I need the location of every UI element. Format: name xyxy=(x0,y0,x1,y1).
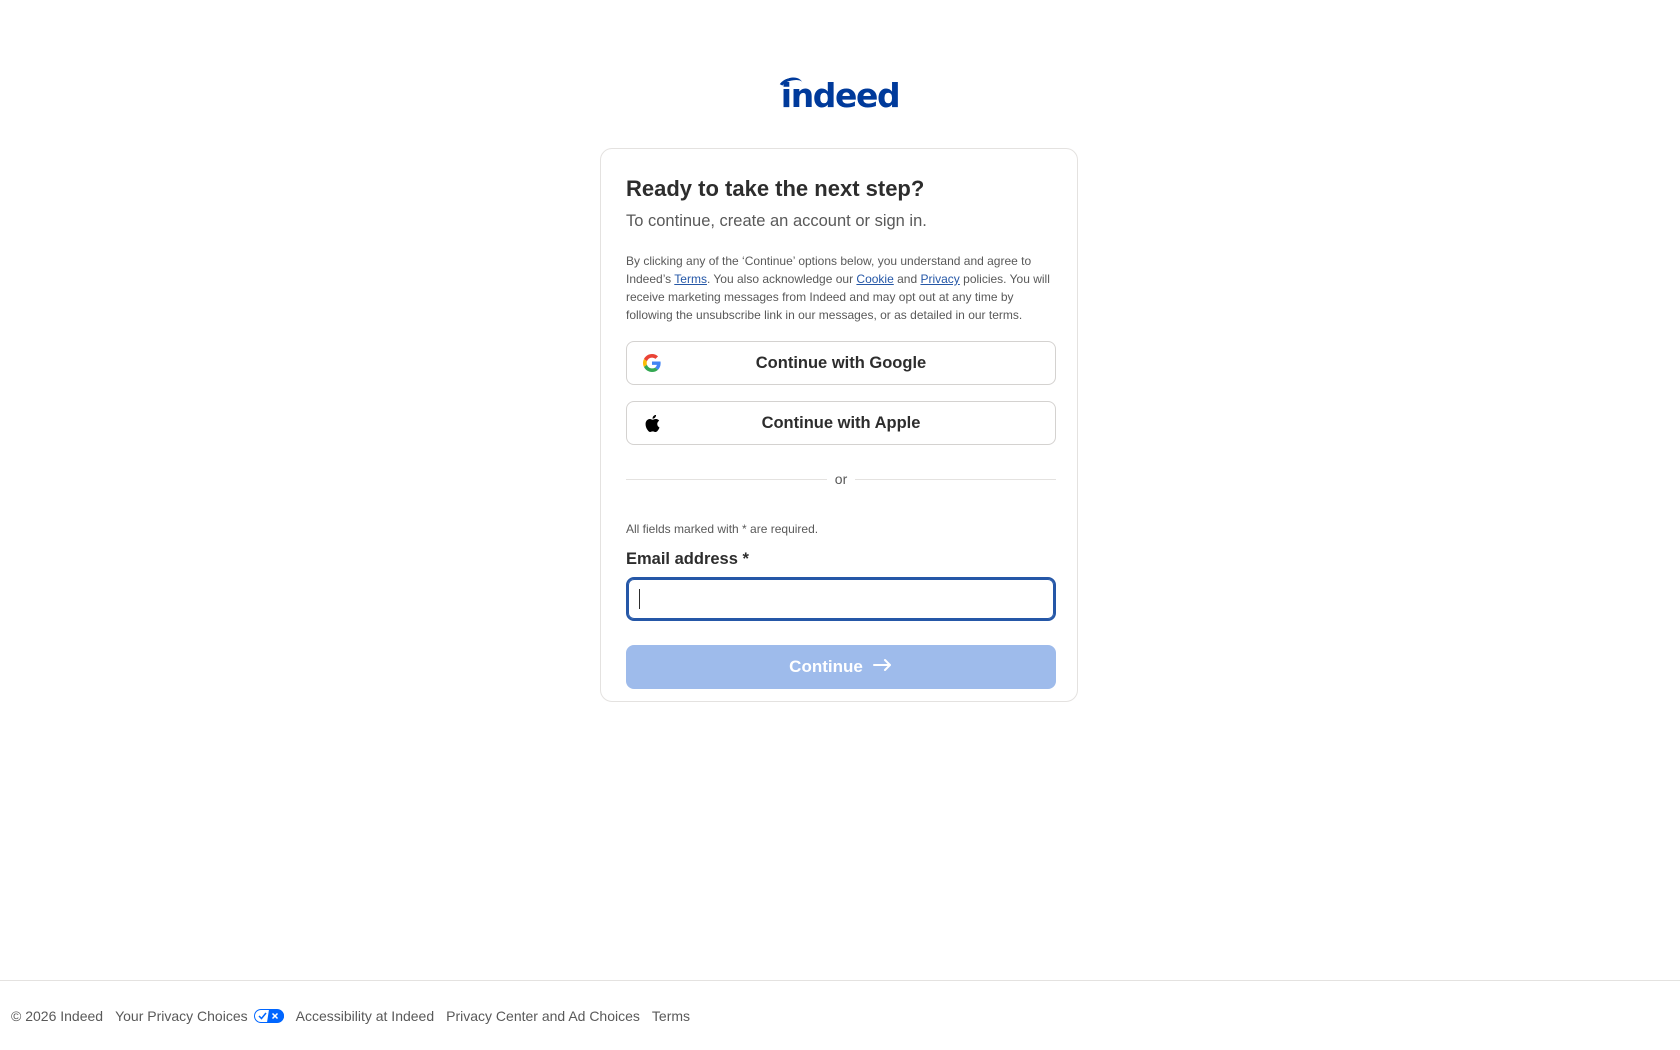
continue-with-apple-button[interactable]: Continue with Apple xyxy=(626,401,1056,445)
footer: © 2026 Indeed Your Privacy Choices Acces… xyxy=(0,980,1680,1050)
footer-terms-link[interactable]: Terms xyxy=(652,1008,690,1024)
privacy-link[interactable]: Privacy xyxy=(920,272,959,286)
footer-privacy-center-link[interactable]: Privacy Center and Ad Choices xyxy=(446,1008,640,1024)
divider-line-right xyxy=(855,478,1057,480)
email-input[interactable] xyxy=(626,577,1056,621)
footer-privacy-choices-link[interactable]: Your Privacy Choices xyxy=(115,1008,284,1024)
privacy-choices-icon xyxy=(253,1009,284,1023)
footer-accessibility-link[interactable]: Accessibility at Indeed xyxy=(296,1008,435,1024)
sign-in-page: indeed Ready to take the next step? To c… xyxy=(0,0,1680,1050)
indeed-logo[interactable]: indeed xyxy=(775,74,901,116)
email-input-wrapper xyxy=(626,577,1056,621)
apple-button-label: Continue with Apple xyxy=(761,413,921,432)
required-fields-note: All fields marked with * are required. xyxy=(626,522,819,536)
logo-container: indeed xyxy=(0,74,1680,116)
legal-text-3: and xyxy=(893,272,921,286)
text-cursor xyxy=(639,589,640,609)
legal-notice: By clicking any of the ‘Continue’ option… xyxy=(626,252,1056,324)
cookie-link[interactable]: Cookie xyxy=(856,272,893,286)
apple-icon xyxy=(642,413,662,433)
privacy-choices-label: Your Privacy Choices xyxy=(115,1008,248,1024)
or-divider: or xyxy=(626,469,1057,489)
card-subtitle: To continue, create an account or sign i… xyxy=(626,212,927,230)
divider-line-left xyxy=(626,478,827,480)
arrow-right-icon xyxy=(872,657,893,677)
footer-copyright: © 2026 Indeed xyxy=(11,1008,104,1024)
email-label: Email address * xyxy=(626,550,749,568)
card-title: Ready to take the next step? xyxy=(626,176,925,201)
sign-in-card: Ready to take the next step? To continue… xyxy=(600,148,1078,702)
footer-links: © 2026 Indeed Your Privacy Choices Acces… xyxy=(11,1008,702,1024)
legal-text-2: . You also acknowledge our xyxy=(706,272,857,286)
google-icon xyxy=(642,353,662,373)
continue-with-google-button[interactable]: Continue with Google xyxy=(626,341,1056,385)
google-button-label: Continue with Google xyxy=(755,353,927,372)
continue-button-label: Continue xyxy=(789,657,863,676)
terms-link[interactable]: Terms xyxy=(674,272,707,286)
continue-button[interactable]: Continue xyxy=(626,645,1056,689)
divider-text: or xyxy=(834,471,848,487)
